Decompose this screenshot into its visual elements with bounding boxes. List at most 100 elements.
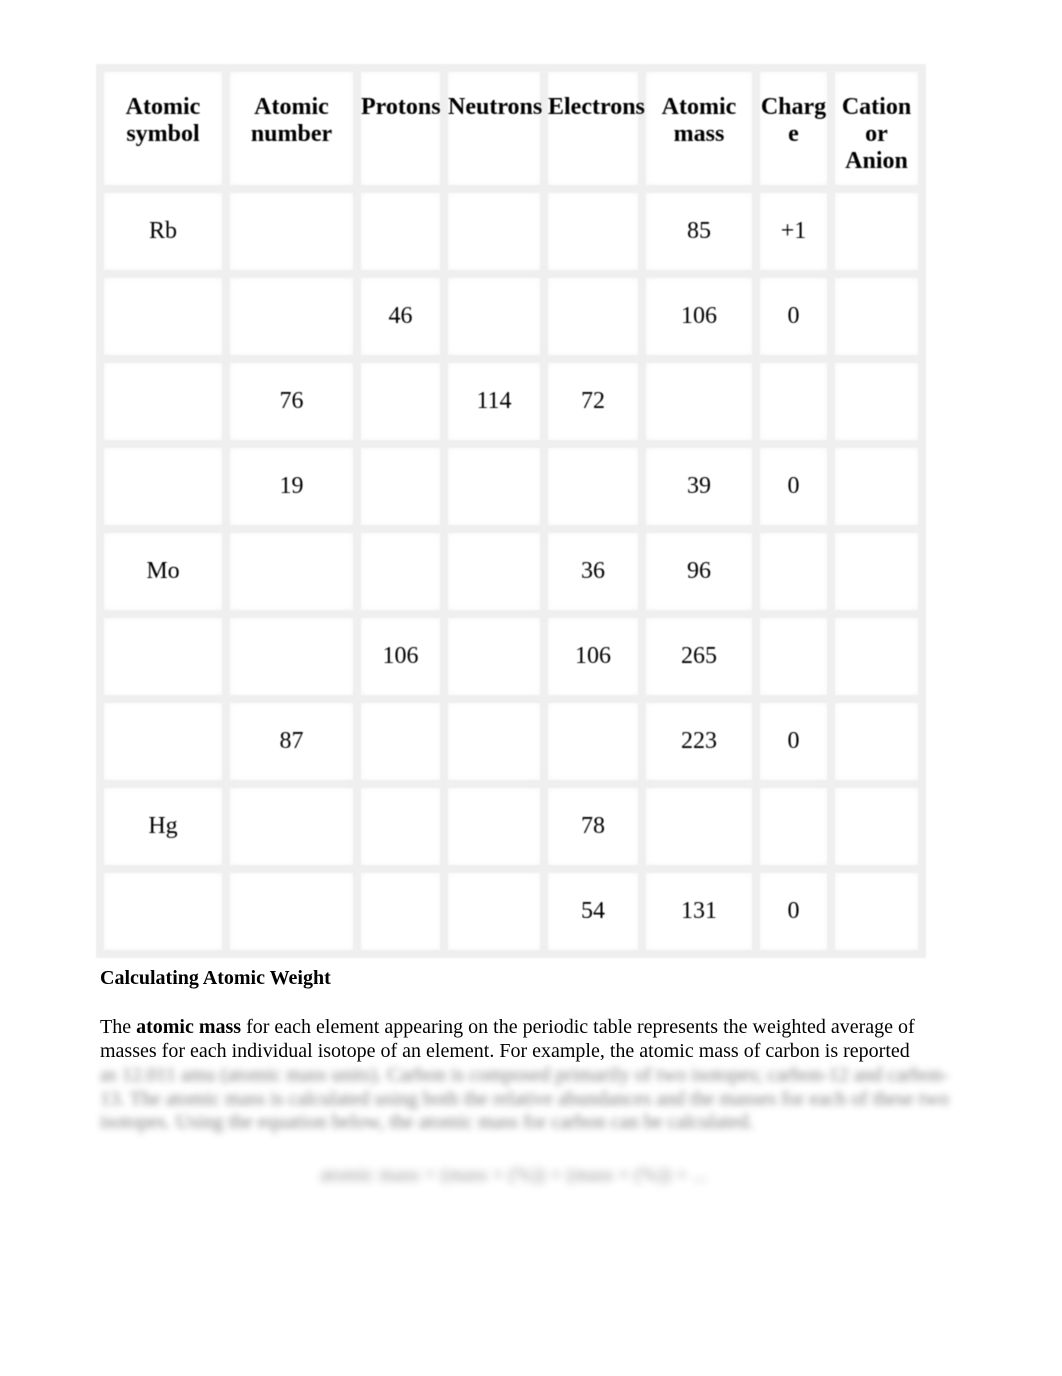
cell-cation-or-anion xyxy=(827,695,926,788)
cell-atomic-symbol: Mo xyxy=(96,525,230,618)
header-text: mass xyxy=(673,121,725,147)
header-electrons: Electrons xyxy=(540,64,646,193)
table-row: 76 114 72 xyxy=(96,355,926,448)
table-row: 19 39 0 xyxy=(96,440,926,533)
header-text: Atomic xyxy=(254,94,329,120)
table-row: 106 106 265 xyxy=(96,610,926,703)
elements-table: Atomic symbol Atomic number Protons Neutrons E… xyxy=(96,64,926,958)
cell-atomic-number xyxy=(222,525,361,618)
cell-atomic-mass xyxy=(638,780,760,873)
cell-neutrons xyxy=(440,610,548,703)
cell-atomic-number: 87 xyxy=(222,695,361,788)
cell-atomic-mass: 131 xyxy=(638,865,760,958)
table-header-row: Atomic symbol Atomic number Protons Neutrons E… xyxy=(96,64,926,193)
cell-electrons: 106 xyxy=(540,610,646,703)
cell-atomic-mass: 223 xyxy=(638,695,760,788)
table-row: 46 106 0 xyxy=(96,270,926,363)
cell-charge: 0 xyxy=(752,865,835,958)
cell-atomic-symbol: Rb xyxy=(96,185,230,278)
cell-electrons: 72 xyxy=(540,355,646,448)
header-atomic-mass: Atomic mass xyxy=(638,64,760,193)
table-row: Hg 78 xyxy=(96,780,926,873)
header-text: or xyxy=(865,121,888,147)
table-row: Mo 36 96 xyxy=(96,525,926,618)
cell-neutrons xyxy=(440,695,548,788)
cell-protons: 106 xyxy=(353,610,448,703)
cell-protons xyxy=(353,780,448,873)
cell-atomic-symbol xyxy=(96,270,230,363)
cell-cation-or-anion xyxy=(827,270,926,363)
cell-neutrons xyxy=(440,185,548,278)
header-text: Atomic xyxy=(661,94,737,120)
header-text: Charg xyxy=(760,94,827,120)
document-page: Atomic symbol Atomic number Protons Neutrons E… xyxy=(0,0,1062,1376)
cell-atomic-number xyxy=(222,610,361,703)
elements-table-container: Atomic symbol Atomic number Protons Neutrons E… xyxy=(96,64,926,969)
header-text: number xyxy=(250,121,333,147)
cell-cation-or-anion xyxy=(827,185,926,278)
table-row: 54 131 0 xyxy=(96,865,926,958)
blurred-paragraph: as 12.011 amu (atomic mass units). Carbo… xyxy=(100,1064,949,1133)
header-neutrons: Neutrons xyxy=(440,64,548,193)
cell-cation-or-anion xyxy=(827,865,926,958)
cell-protons xyxy=(353,440,448,533)
table-body: Rb 85 +1 46 106 0 76 114 72 19 39 0 Mo 36 96 106 106 265 8… xyxy=(96,185,926,958)
cell-cation-or-anion xyxy=(827,525,926,618)
cell-neutrons xyxy=(440,780,548,873)
cell-protons xyxy=(353,695,448,788)
cell-charge: 0 xyxy=(752,270,835,363)
cell-electrons xyxy=(540,695,646,788)
cell-atomic-symbol xyxy=(96,695,230,788)
table-row: 87 223 0 xyxy=(96,695,926,788)
cell-electrons xyxy=(540,440,646,533)
cell-charge xyxy=(752,525,835,618)
cell-cation-or-anion xyxy=(827,780,926,873)
cell-cation-or-anion xyxy=(827,355,926,448)
cell-neutrons xyxy=(440,440,548,533)
header-protons: Protons xyxy=(353,64,448,193)
header-atomic-symbol: Atomic symbol xyxy=(96,64,230,193)
cell-neutrons xyxy=(440,525,548,618)
cell-atomic-number xyxy=(222,270,361,363)
intro-paragraph: The atomic mass for each element appeari… xyxy=(100,1016,970,1063)
cell-atomic-symbol xyxy=(96,355,230,448)
header-text: Neutrons xyxy=(448,94,543,120)
cell-electrons: 78 xyxy=(540,780,646,873)
atomic-mass-term: atomic mass xyxy=(136,1016,242,1038)
cell-cation-or-anion xyxy=(827,440,926,533)
cell-atomic-number: 76 xyxy=(222,355,361,448)
cell-atomic-number xyxy=(222,865,361,958)
header-atomic-number: Atomic number xyxy=(222,64,361,193)
cell-atomic-number xyxy=(222,185,361,278)
cell-neutrons xyxy=(440,865,548,958)
cell-charge xyxy=(752,610,835,703)
header-text: Electrons xyxy=(548,94,645,120)
cell-atomic-mass: 265 xyxy=(638,610,760,703)
header-text: Atomic xyxy=(125,94,201,120)
cell-atomic-mass xyxy=(638,355,760,448)
cell-atomic-mass: 85 xyxy=(638,185,760,278)
intro-text: The xyxy=(100,1016,137,1038)
cell-charge: 0 xyxy=(752,695,835,788)
cell-electrons: 36 xyxy=(540,525,646,618)
header-cation-or-anion: Cation or Anion xyxy=(827,64,926,193)
cell-electrons xyxy=(540,185,646,278)
cell-protons: 46 xyxy=(353,270,448,363)
section-heading: Calculating Atomic Weight xyxy=(100,967,331,989)
cell-atomic-mass: 106 xyxy=(638,270,760,363)
header-text: Protons xyxy=(361,94,441,120)
cell-neutrons xyxy=(440,270,548,363)
cell-protons xyxy=(353,865,448,958)
cell-electrons: 54 xyxy=(540,865,646,958)
header-text: e xyxy=(788,121,799,147)
header-text: Cation xyxy=(841,94,912,120)
cell-charge: 0 xyxy=(752,440,835,533)
cell-atomic-number: 19 xyxy=(222,440,361,533)
cell-neutrons: 114 xyxy=(440,355,548,448)
cell-cation-or-anion xyxy=(827,610,926,703)
cell-protons xyxy=(353,525,448,618)
cell-protons xyxy=(353,355,448,448)
cell-charge xyxy=(752,355,835,448)
cell-atomic-symbol: Hg xyxy=(96,780,230,873)
cell-atomic-number xyxy=(222,780,361,873)
